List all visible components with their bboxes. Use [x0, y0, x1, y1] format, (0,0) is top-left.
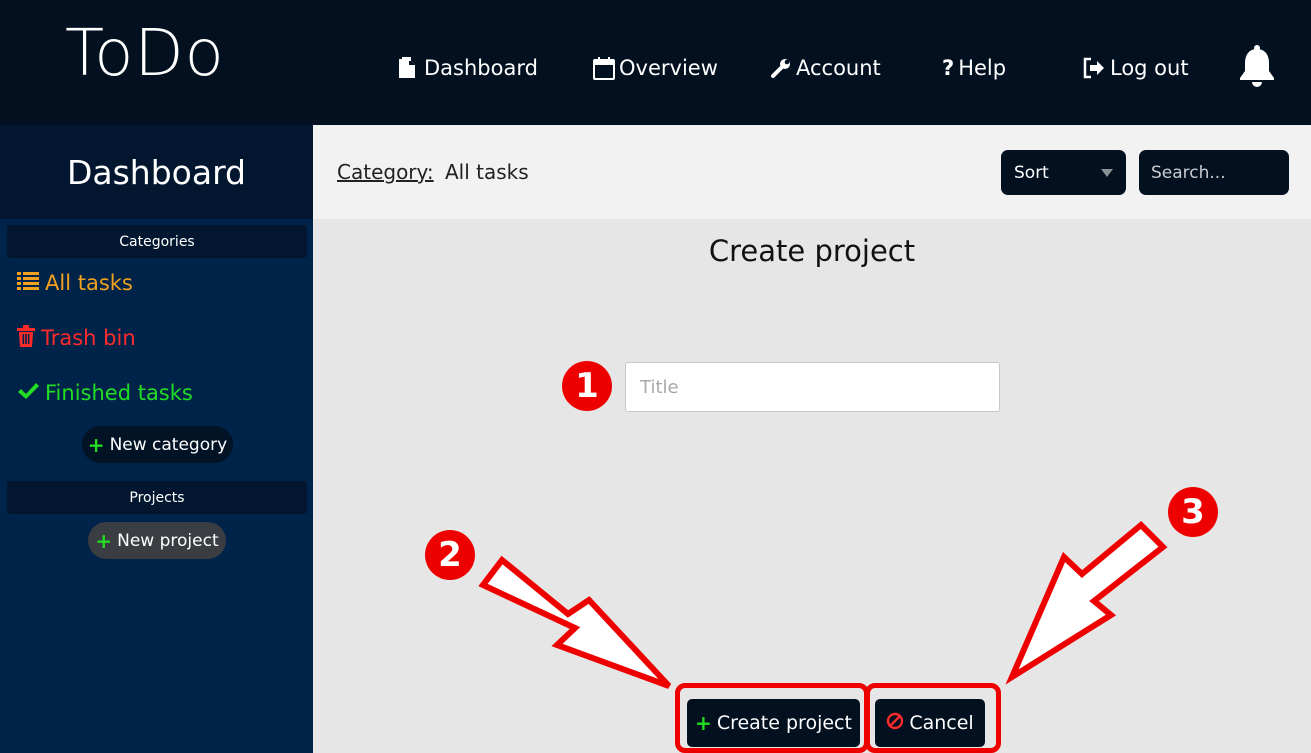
projects-header: Projects: [7, 481, 307, 514]
sidebar-item-label: Trash bin: [41, 326, 136, 350]
sidebar: Dashboard Categories All tasks Trash bin…: [0, 125, 313, 753]
app-logo[interactable]: ToDo: [65, 22, 225, 86]
cancel-label: Cancel: [909, 712, 974, 734]
top-navbar: ToDo Dashboard Overview Account ? Help L…: [0, 0, 1311, 125]
nav-dashboard[interactable]: Dashboard: [396, 52, 538, 84]
logout-icon: [1082, 57, 1106, 79]
nav-dashboard-label: Dashboard: [424, 56, 538, 80]
sort-label: Sort: [1014, 162, 1049, 183]
sort-select[interactable]: Sort: [1001, 150, 1126, 195]
chevron-down-icon: [1101, 169, 1113, 177]
create-project-button[interactable]: + Create project: [687, 699, 860, 747]
cancel-button[interactable]: Cancel: [875, 699, 985, 747]
wrench-icon: [770, 57, 792, 79]
categories-header: Categories: [7, 225, 307, 258]
question-icon: ?: [942, 56, 955, 80]
annotation-badge-1: 1: [562, 361, 612, 411]
bell-icon[interactable]: [1234, 43, 1280, 89]
nav-help-label: Help: [958, 56, 1007, 80]
sidebar-item-label: Finished tasks: [45, 381, 193, 405]
annotation-badge-2: 2: [425, 530, 475, 580]
category-value: All tasks: [445, 160, 529, 184]
sidebar-item-label: All tasks: [45, 271, 133, 295]
search-input[interactable]: [1139, 150, 1289, 195]
plus-icon: +: [95, 528, 113, 553]
nav-account-label: Account: [796, 56, 881, 80]
create-project-label: Create project: [716, 712, 852, 734]
calendar-icon: [593, 56, 615, 80]
new-category-label: New category: [109, 434, 228, 455]
nav-logout[interactable]: Log out: [1082, 52, 1189, 84]
nav-help[interactable]: ? Help: [942, 52, 1006, 84]
annotation-arrow-3: [1005, 520, 1168, 685]
annotation-badge-3: 3: [1168, 487, 1218, 537]
nav-overview[interactable]: Overview: [593, 52, 718, 84]
check-icon: [17, 381, 39, 406]
nav-account[interactable]: Account: [770, 52, 881, 84]
nav-logout-label: Log out: [1110, 56, 1189, 80]
nav-overview-label: Overview: [619, 56, 718, 80]
new-category-button[interactable]: + New category: [82, 426, 233, 463]
cancel-icon: [886, 712, 904, 735]
category-label[interactable]: Category:: [337, 160, 434, 184]
trash-icon: [17, 324, 35, 352]
plus-icon: +: [87, 432, 105, 457]
plus-icon: +: [695, 711, 712, 735]
list-icon: [17, 271, 39, 296]
sidebar-title: Dashboard: [0, 125, 313, 219]
new-project-label: New project: [117, 530, 219, 551]
annotation-arrow-2: [478, 555, 672, 689]
sidebar-item-trash-bin[interactable]: Trash bin: [17, 322, 136, 354]
sidebar-item-finished-tasks[interactable]: Finished tasks: [17, 377, 193, 409]
filter-bar: Category: All tasks Sort: [313, 125, 1311, 219]
project-title-input[interactable]: [625, 362, 1000, 412]
file-icon: [396, 56, 420, 80]
sidebar-item-all-tasks[interactable]: All tasks: [17, 267, 133, 299]
new-project-button[interactable]: + New project: [88, 522, 226, 559]
page-title: Create project: [708, 234, 916, 268]
